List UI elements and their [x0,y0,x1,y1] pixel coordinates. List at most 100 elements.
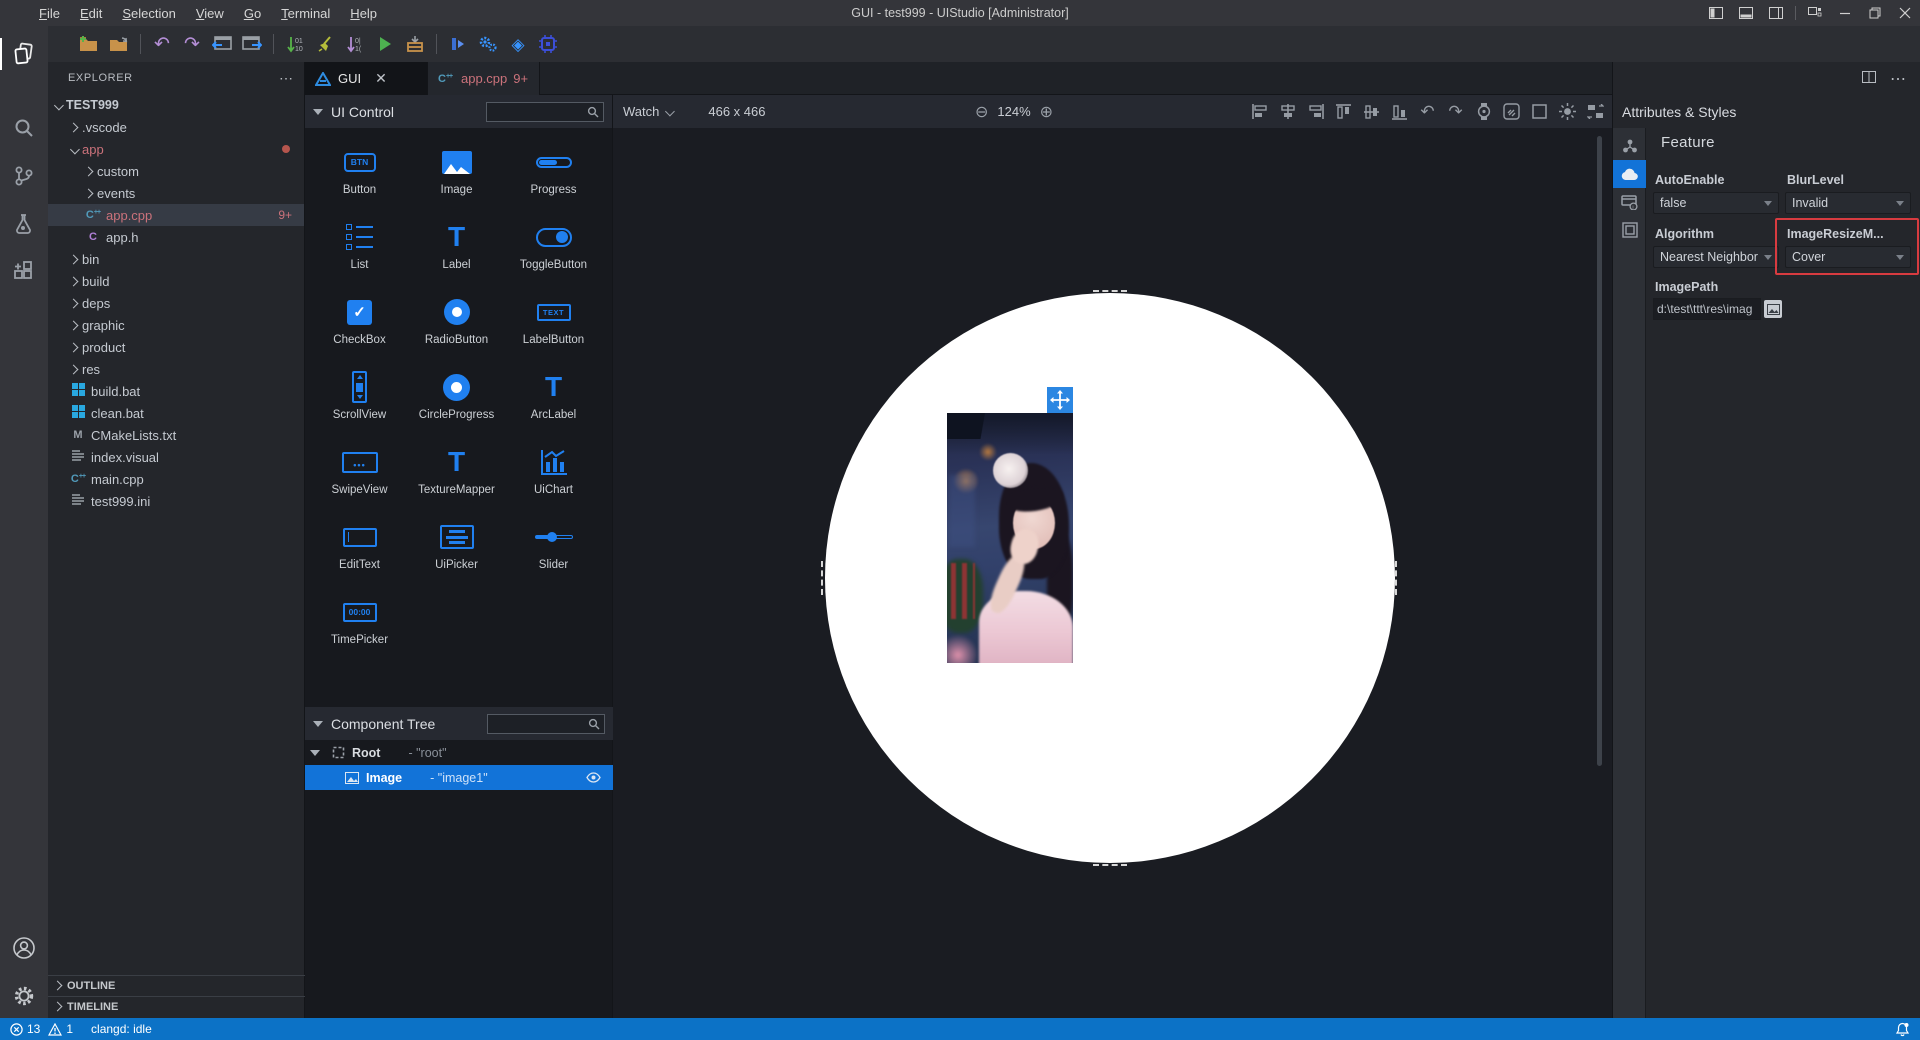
component-tree-search[interactable] [487,714,605,734]
transform-icon[interactable] [1587,103,1604,120]
tree-item-app[interactable]: app [48,138,304,160]
tree-item-deps[interactable]: deps [48,292,304,314]
component-labelbutton[interactable]: TEXTLabelButton [505,292,602,354]
ui-control-search[interactable] [486,102,604,122]
brightness-icon[interactable] [1559,103,1576,120]
menu-selection[interactable]: Selection [113,4,184,23]
tree-item-app-h[interactable]: Capp.h [48,226,304,248]
canvas-vertical-scrollbar[interactable] [1597,136,1602,766]
tree-item-events[interactable]: events [48,182,304,204]
component-radiobutton[interactable]: RadioButton [408,292,505,354]
explorer-icon[interactable] [0,34,48,74]
component-togglebutton[interactable]: ToggleButton [505,217,602,279]
tree-item-product[interactable]: product [48,336,304,358]
run-icon[interactable] [371,30,399,58]
close-button[interactable] [1890,0,1920,26]
customize-layout-icon[interactable] [1800,0,1830,26]
tree-item-build[interactable]: build [48,270,304,292]
component-checkbox[interactable]: ✓CheckBox [311,292,408,354]
selection-box-icon[interactable] [1531,103,1548,120]
ui-control-header[interactable]: UI Control [305,95,612,128]
open-project-icon[interactable] [105,30,133,58]
tree-node-image1[interactable]: Image - "image1" [305,765,613,790]
restore-button[interactable] [1860,0,1890,26]
notifications-bell-icon[interactable] [1895,1022,1910,1037]
align-bottom-icon[interactable] [1391,103,1408,120]
run-debug-icon[interactable] [0,204,48,244]
align-middle-vertical-icon[interactable] [1363,103,1380,120]
hierarchy-icon[interactable] [1613,132,1646,160]
component-slider[interactable]: Slider [505,517,602,579]
tree-item-res[interactable]: res [48,358,304,380]
menu-view[interactable]: View [187,4,233,23]
export-view-icon[interactable] [238,30,266,58]
source-control-icon[interactable] [0,156,48,196]
zoom-out-icon[interactable]: ⊖ [975,102,988,122]
device-select[interactable]: Watch [623,104,672,119]
search-icon[interactable] [0,108,48,148]
zoom-in-icon[interactable]: ⊕ [1040,102,1053,122]
component-progress[interactable]: Progress [505,142,602,204]
feature-c甲icon[interactable] [1613,160,1646,188]
design-canvas[interactable] [613,128,1612,1018]
watch-preview-icon[interactable] [1475,103,1492,120]
timeline-section[interactable]: TIMELINE [48,996,305,1016]
algorithm-select[interactable]: Nearest Neighbor [1653,246,1779,268]
image1-element[interactable] [947,413,1073,663]
clangd-status[interactable]: clangd: idle [91,1022,152,1036]
component-list[interactable]: List [311,217,408,279]
component-timepicker[interactable]: 00:00TimePicker [311,592,408,654]
settings-gear-icon[interactable] [0,976,48,1016]
component-button[interactable]: BTNButton [311,142,408,204]
build-icon[interactable] [444,30,472,58]
split-panel-icon[interactable] [1862,70,1876,88]
tree-item-clean-bat[interactable]: clean.bat [48,402,304,424]
tree-item-test999[interactable]: TEST999 [48,94,304,116]
component-uipicker[interactable]: UiPicker [408,517,505,579]
undo-icon[interactable]: ↶ [1419,103,1436,120]
clean-icon[interactable] [311,30,339,58]
menu-terminal[interactable]: Terminal [272,4,339,23]
tab-gui[interactable]: GUI ✕ [305,62,428,95]
autoenable-select[interactable]: false [1653,192,1779,214]
align-center-horizontal-icon[interactable] [1279,103,1296,120]
watch-face-root[interactable] [825,293,1395,863]
explorer-more-icon[interactable]: ⋯ [279,70,294,87]
new-project-icon[interactable] [75,30,103,58]
sort-lines-icon[interactable]: 0110 [281,30,309,58]
imageresizemode-select[interactable]: Cover [1785,246,1911,268]
extensions-icon[interactable] [0,252,48,292]
problems-indicator[interactable]: 13 1 [10,1022,73,1036]
tree-item-custom[interactable]: custom [48,160,304,182]
tree-item-app-cpp[interactable]: C++app.cpp9+ [48,204,304,226]
menu-help[interactable]: Help [341,4,386,23]
menu-file[interactable]: File [30,4,69,23]
toggle-panel-icon[interactable] [1731,0,1761,26]
tree-item-test999-ini[interactable]: test999.ini [48,490,304,512]
tree-item-cmakelists[interactable]: MCMakeLists.txt [48,424,304,446]
imagepath-input[interactable]: d:\test\ttt\res\imag [1653,298,1761,320]
component-circleprogress[interactable]: CircleProgress [408,367,505,429]
tree-item-build-bat[interactable]: build.bat [48,380,304,402]
undo-icon[interactable]: ↶ [148,30,176,58]
frame-icon[interactable] [1613,216,1646,244]
toggle-sidebar-icon[interactable] [1701,0,1731,26]
component-label[interactable]: TLabel [408,217,505,279]
minimize-button[interactable] [1830,0,1860,26]
align-left-icon[interactable] [1251,103,1268,120]
deploy-package-icon[interactable] [401,30,429,58]
tree-item-index-visual[interactable]: index.visual [48,446,304,468]
ui-control-search-input[interactable] [487,106,587,118]
blurlevel-select[interactable]: Invalid [1785,192,1911,214]
redo-icon[interactable]: ↷ [1447,103,1464,120]
redo-icon[interactable]: ↷ [178,30,206,58]
tree-node-root[interactable]: Root - "root" [305,740,613,765]
tab-app-cpp[interactable]: C++ app.cpp 9+ [428,62,540,95]
outline-section[interactable]: OUTLINE [48,975,305,995]
component-swipeview[interactable]: •••SwipeView [311,442,408,504]
component-tree-header[interactable]: Component Tree [305,707,613,740]
tree-item-vscode[interactable]: .vscode [48,116,304,138]
tree-item-graphic[interactable]: graphic [48,314,304,336]
component-scrollview[interactable]: ScrollView [311,367,408,429]
info-card-icon[interactable]: i [1613,188,1646,216]
